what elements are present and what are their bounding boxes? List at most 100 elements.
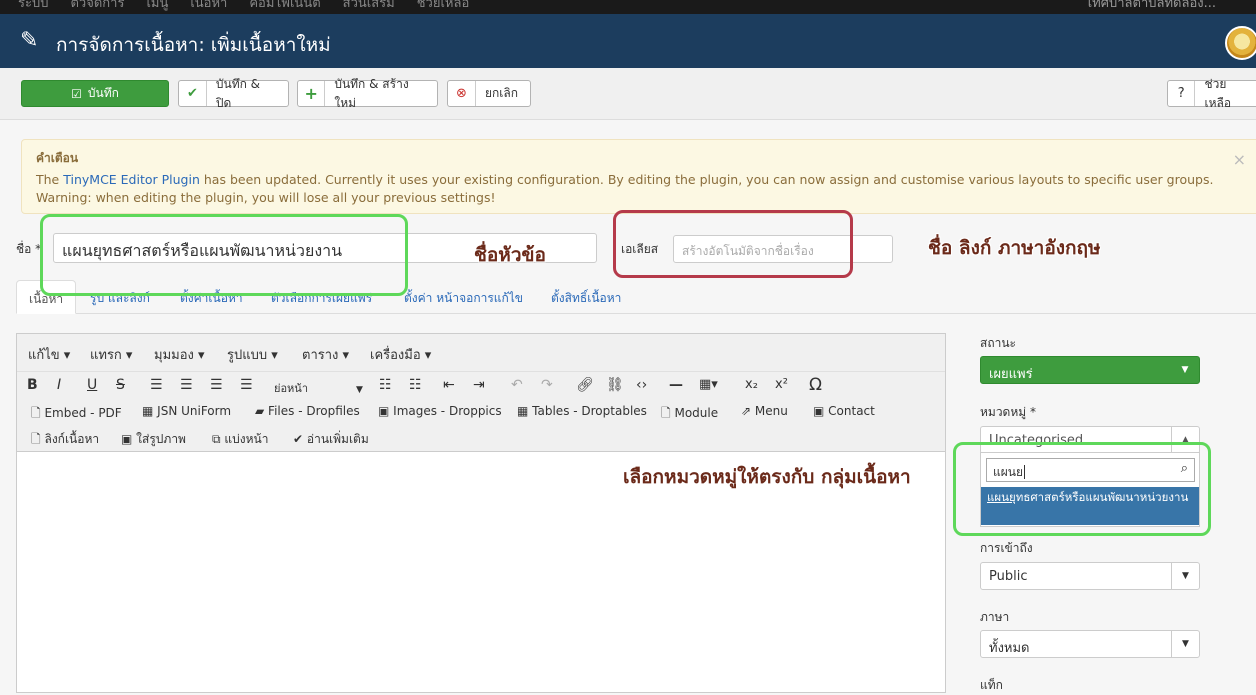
plugin-link[interactable]: TinyMCE Editor Plugin [63, 172, 200, 187]
access-label: การเข้าถึง [980, 541, 1033, 555]
underline-button[interactable]: U [87, 377, 97, 393]
admin-menu-item[interactable]: เนื้อหา [190, 0, 227, 13]
caret-down-icon: ▼ [1171, 631, 1199, 657]
language-label: ภาษา [980, 610, 1010, 624]
jsn-uniform-button[interactable]: ▦ JSN UniForm [142, 404, 231, 418]
strikethrough-button[interactable]: S [116, 377, 125, 393]
site-logo [1225, 26, 1256, 60]
dropfiles-button[interactable]: ▰ Files - Dropfiles [255, 404, 360, 418]
chevron-down-icon: ✔ [293, 432, 307, 446]
droppics-button[interactable]: ▣ Images - Droppics [378, 404, 502, 418]
superscript-icon[interactable]: x² [775, 377, 788, 392]
cancel-button[interactable]: ⊗ ยกเลิก [447, 80, 531, 107]
status-label: สถานะ [980, 336, 1016, 350]
menu-button[interactable]: ⇗ Menu [741, 404, 788, 418]
bullet-list-icon[interactable]: ☷ [379, 377, 392, 393]
page-title: การจัดการเนื้อหา: เพิ่มเนื้อหาใหม่ [56, 34, 331, 56]
cancel-icon: ⊗ [448, 81, 476, 106]
article-link-button[interactable]: 🗋︎ ลิงก์เนื้อหา [31, 430, 99, 451]
help-button[interactable]: ? ช่วยเหลือ [1167, 77, 1256, 110]
image-icon: ▣ [378, 404, 394, 418]
caret-down-icon: ▼ [1181, 365, 1189, 375]
editor-toolbar: B I U S ☰ ☰ ☰ ☰ ย่อหน้า ▼ ☷ ☷ ⇤ ⇥ ↶ ↷ 🔗︎ … [17, 372, 945, 452]
module-button[interactable]: 🗋︎ Module [661, 404, 718, 425]
category-label: หมวดหมู่ * [980, 405, 1036, 419]
menu-format[interactable]: รูปแบบ ▾ [227, 344, 278, 365]
close-icon[interactable]: × [1233, 150, 1246, 169]
menu-table[interactable]: ตาราง ▾ [302, 344, 349, 365]
menu-edit[interactable]: แก้ไข ▾ [28, 344, 70, 365]
align-center-icon[interactable]: ☰ [180, 377, 193, 393]
paragraph-select[interactable]: ย่อหน้า ▼ [274, 379, 363, 397]
image-icon: ▣ [121, 432, 137, 446]
access-select[interactable]: Public ▼ [980, 562, 1200, 590]
admin-menu-item[interactable]: ช่วยเหลือ [417, 0, 470, 13]
site-name[interactable]: เทศบาลตำบลทดลอง... [1088, 0, 1216, 13]
justify-icon[interactable]: ☰ [240, 377, 253, 393]
admin-menu: ระบบ ตัวจัดการ เมนู เนื้อหา คอมโพเนนต์ ส่วนเส… [18, 0, 469, 13]
share-icon: ⇗ [741, 404, 755, 418]
edit-icon: ☑ [71, 86, 82, 101]
admin-menu-item[interactable]: ส่วนเสริม [343, 0, 395, 13]
question-icon: ? [1168, 81, 1196, 106]
link-icon[interactable]: 🔗︎ [576, 377, 594, 393]
unlink-icon[interactable]: ⛓︎ [606, 377, 624, 393]
alert-warning-text: Warning: when editing the plugin, you wi… [36, 190, 496, 205]
omega-icon[interactable]: Ω [809, 375, 822, 395]
menu-insert[interactable]: แทรก ▾ [90, 344, 132, 365]
code-icon[interactable]: ‹› [636, 377, 647, 393]
file-plus-icon: 🗋︎ [31, 432, 45, 446]
droptables-button[interactable]: ▦ Tables - Droptables [517, 404, 647, 418]
bold-button[interactable]: B [27, 377, 38, 393]
admin-menu-item[interactable]: เมนู [146, 0, 168, 13]
table-icon[interactable]: ▦▾ [699, 377, 718, 392]
outdent-icon[interactable]: ⇤ [443, 377, 455, 393]
admin-menu-item[interactable]: ระบบ [18, 0, 48, 13]
numbered-list-icon[interactable]: ☷ [409, 377, 422, 393]
save-new-button[interactable]: + บันทึก & สร้างใหม่ [297, 77, 438, 110]
annotation-category-box [953, 442, 1211, 536]
editor-menubar: แก้ไข ▾ แทรก ▾ มุมมอง ▾ รูปแบบ ▾ ตาราง ▾… [17, 334, 945, 372]
insert-image-button[interactable]: ▣ ใส่รูปภาพ [121, 430, 186, 449]
tab-permissions[interactable]: ตั้งสิทธิ์เนื้อหา [551, 280, 621, 314]
folder-icon: ▰ [255, 404, 269, 418]
caret-down-icon: ▼ [1171, 563, 1199, 589]
menu-view[interactable]: มุมมอง ▾ [154, 344, 205, 365]
tags-label: แท็ก [980, 678, 1003, 692]
menu-tools[interactable]: เครื่องมือ ▾ [370, 344, 431, 365]
embed-pdf-button[interactable]: 🗋︎ Embed - PDF [31, 404, 122, 425]
tab-editor-config[interactable]: ตั้งค่า หน้าจอการแก้ไข [404, 280, 523, 314]
align-right-icon[interactable]: ☰ [210, 377, 223, 393]
warning-alert: คำเตือน The TinyMCE Editor Plugin has be… [21, 139, 1256, 214]
alert-message: The TinyMCE Editor Plugin has been updat… [36, 172, 1214, 187]
subscript-icon[interactable]: x₂ [745, 377, 758, 392]
title-label: ชื่อ * [16, 242, 42, 256]
read-more-button[interactable]: ✔ อ่านเพิ่มเติม [293, 430, 369, 449]
redo-icon[interactable]: ↷ [541, 377, 553, 393]
contact-icon: ▣ [813, 404, 829, 418]
check-icon: ✔ [179, 81, 207, 106]
annotation-category-text: เลือกหมวดหมู่ให้ตรงกับ กลุ่มเนื้อหา [623, 466, 911, 488]
language-select[interactable]: ทั้งหมด ▼ [980, 630, 1200, 658]
contact-button[interactable]: ▣ Contact [813, 404, 875, 418]
save-button[interactable]: ☑ บันทึก [21, 80, 169, 107]
action-toolbar: ☑ บันทึก ✔ บันทึก & ปิด + บันทึก & สร้าง… [0, 68, 1256, 120]
plus-icon: + [298, 81, 326, 106]
status-select[interactable]: เผยแพร่ ▼ [980, 356, 1200, 384]
admin-menu-item[interactable]: คอมโพเนนต์ [249, 0, 320, 13]
copy-icon: ⧉ [212, 432, 225, 446]
page-break-button[interactable]: ⧉ แบ่งหน้า [212, 430, 268, 449]
admin-menu-item[interactable]: ตัวจัดการ [70, 0, 124, 13]
indent-icon[interactable]: ⇥ [473, 377, 485, 393]
annotation-title-text: ชื่อหัวข้อ [474, 244, 546, 266]
page-header: ✎ การจัดการเนื้อหา: เพิ่มเนื้อหาใหม่ [0, 14, 1256, 68]
annotation-alias-text: ชื่อ ลิงก์ ภาษาอังกฤษ [928, 237, 1101, 259]
document-icon: 🗋︎ [31, 406, 45, 420]
undo-icon[interactable]: ↶ [511, 377, 523, 393]
horizontal-rule-icon[interactable]: — [669, 377, 683, 393]
save-close-button[interactable]: ✔ บันทึก & ปิด [178, 77, 289, 110]
alert-heading: คำเตือน [36, 151, 79, 165]
align-left-icon[interactable]: ☰ [150, 377, 163, 393]
italic-button[interactable]: I [57, 377, 61, 393]
table-icon: ▦ [517, 404, 533, 418]
